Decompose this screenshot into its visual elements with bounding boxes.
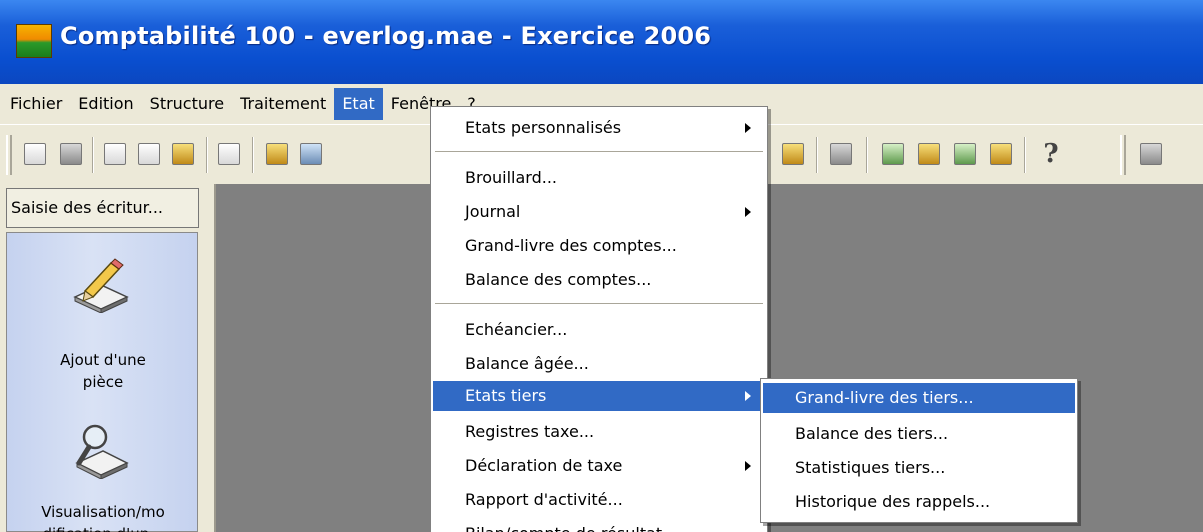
menu-item-balance-agee[interactable]: Balance âgée...: [433, 349, 765, 379]
magnifier-ledger-icon: [75, 424, 129, 479]
toolbar-separator: [1024, 137, 1026, 173]
menu-edition[interactable]: Edition: [70, 88, 141, 120]
window-title: Comptabilité 100 - everlog.mae - Exercic…: [60, 22, 712, 50]
toolbar-separator: [816, 137, 818, 173]
ledger-icon[interactable]: [878, 139, 908, 169]
menu-separator: [435, 303, 763, 305]
shortcut-add-entry[interactable]: Ajout d'une pièce: [7, 233, 197, 391]
menu-item-declaration-taxe[interactable]: Déclaration de taxe: [433, 451, 765, 481]
menu-item-grand-livre-comptes[interactable]: Grand-livre des comptes...: [433, 231, 765, 261]
menu-item-etats-personnalises[interactable]: Etats personnalisés: [433, 113, 765, 143]
toolbar-separator: [252, 137, 254, 173]
shortcut-bar: Ajout d'une pièce Visualisation/mo dific…: [6, 232, 198, 532]
menu-item-grand-livre-tiers[interactable]: Grand-livre des tiers...: [763, 383, 1075, 413]
menu-item-bilan-compte-resultat[interactable]: Bilan/compte de résultat...: [433, 519, 765, 532]
folder-icon[interactable]: [262, 139, 292, 169]
left-pane-header[interactable]: Saisie des écritur...: [6, 188, 199, 228]
new-document-icon[interactable]: [20, 139, 50, 169]
menu-item-etats-tiers[interactable]: Etats tiers: [433, 381, 765, 411]
print-preview-icon[interactable]: [778, 139, 808, 169]
balance-icon[interactable]: [986, 139, 1016, 169]
menu-item-balance-comptes[interactable]: Balance des comptes...: [433, 265, 765, 295]
context-help-icon[interactable]: [214, 139, 244, 169]
edit-document-icon[interactable]: [100, 139, 130, 169]
accounts-icon[interactable]: [950, 139, 980, 169]
title-bar[interactable]: Comptabilité 100 - everlog.mae - Exercic…: [0, 0, 1203, 84]
left-pane: Saisie des écritur... Ajout d'une pièce: [0, 184, 203, 532]
submenu-arrow-icon: [745, 461, 751, 471]
toolbar-grip[interactable]: [1120, 135, 1126, 175]
submenu-arrow-icon: [745, 207, 751, 217]
paste-icon[interactable]: [168, 139, 198, 169]
etat-menu: Etats personnalisés Brouillard... Journa…: [430, 106, 768, 532]
menu-etat[interactable]: Etat: [334, 88, 383, 120]
calculator-icon[interactable]: [826, 139, 856, 169]
toolbar-grip[interactable]: [6, 135, 12, 175]
etats-tiers-submenu: Grand-livre des tiers... Balance des tie…: [760, 378, 1078, 523]
toolbar-separator: [92, 137, 94, 173]
help-icon[interactable]: ?: [1036, 139, 1066, 169]
print-icon[interactable]: [56, 139, 86, 169]
menu-traitement[interactable]: Traitement: [232, 88, 334, 120]
menu-item-journal[interactable]: Journal: [433, 197, 765, 227]
more-tools-icon[interactable]: [1136, 139, 1166, 169]
pane-splitter[interactable]: [203, 184, 216, 532]
menu-item-rapport-activite[interactable]: Rapport d'activité...: [433, 485, 765, 515]
pencil-ledger-icon: [73, 258, 129, 313]
menu-item-historique-rappels[interactable]: Historique des rappels...: [763, 487, 1075, 517]
window-icon[interactable]: [296, 139, 326, 169]
menu-item-balance-tiers[interactable]: Balance des tiers...: [763, 419, 1075, 449]
menu-item-registres-taxe[interactable]: Registres taxe...: [433, 417, 765, 447]
menu-separator: [435, 151, 763, 153]
shortcut-view-entry[interactable]: Visualisation/mo dification d'un...: [7, 413, 197, 532]
menu-fichier[interactable]: Fichier: [2, 88, 70, 120]
toolbar-separator: [866, 137, 868, 173]
app-icon[interactable]: [16, 24, 52, 58]
journal-icon[interactable]: [914, 139, 944, 169]
menu-item-statistiques-tiers[interactable]: Statistiques tiers...: [763, 453, 1075, 483]
menu-item-brouillard[interactable]: Brouillard...: [433, 163, 765, 193]
submenu-arrow-icon: [745, 391, 751, 401]
submenu-arrow-icon: [745, 123, 751, 133]
toolbar-separator: [206, 137, 208, 173]
copy-icon[interactable]: [134, 139, 164, 169]
menu-item-echeancier[interactable]: Echéancier...: [433, 315, 765, 345]
menu-structure[interactable]: Structure: [142, 88, 232, 120]
